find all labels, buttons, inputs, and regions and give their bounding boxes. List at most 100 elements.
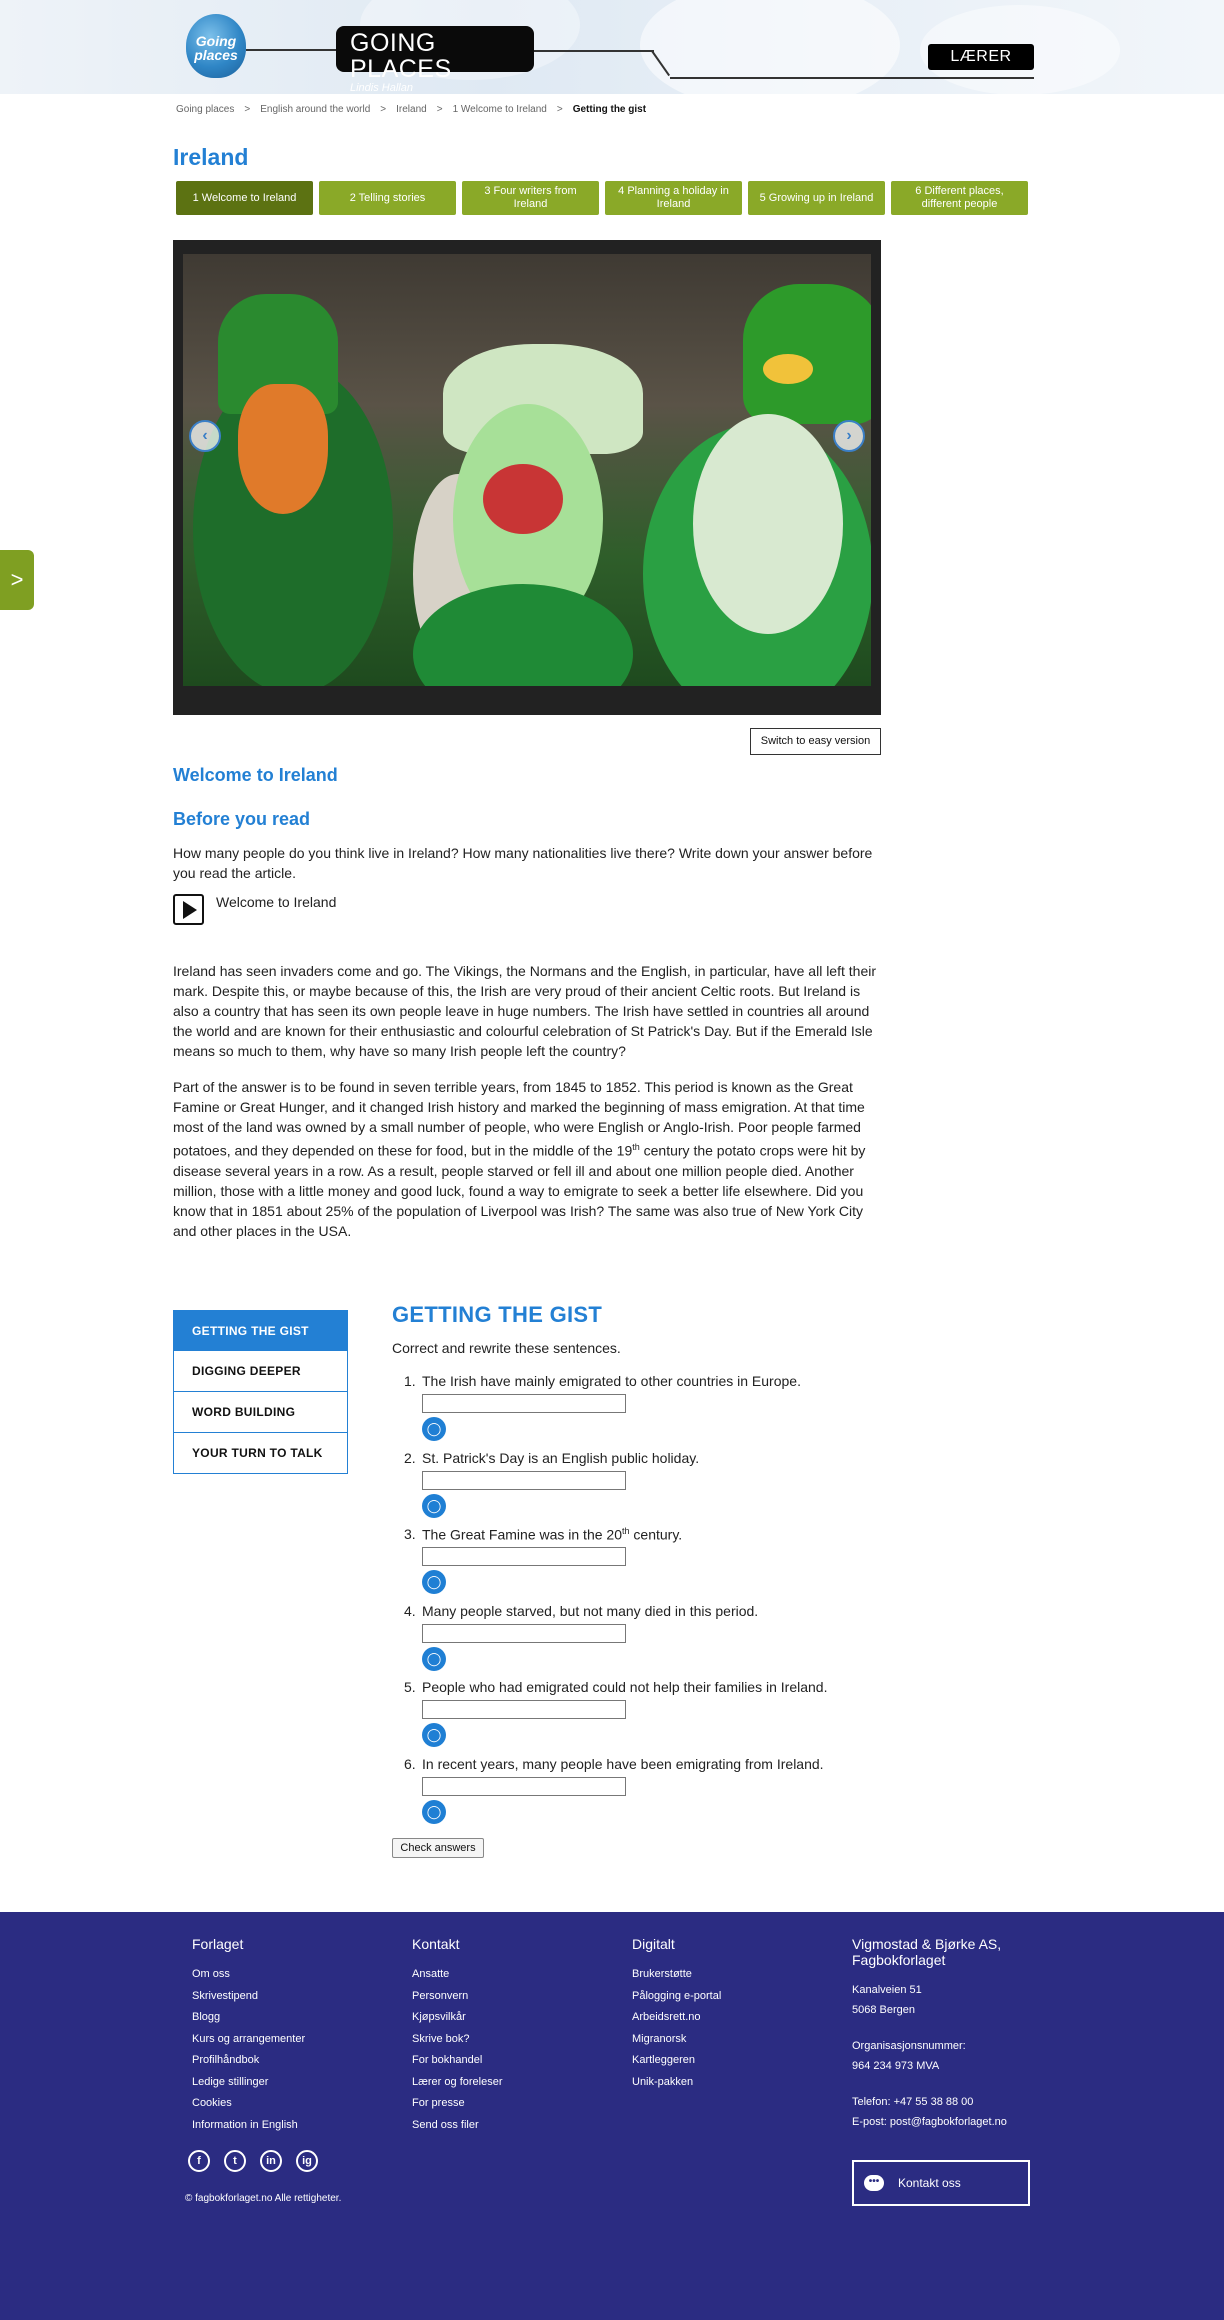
breadcrumb-item[interactable]: 1 Welcome to Ireland (453, 104, 547, 115)
exercise-menu-getting-the-gist[interactable]: GETTING THE GIST (173, 1310, 348, 1351)
breadcrumb-item[interactable]: Going places (176, 104, 234, 115)
tab-planning-holiday[interactable]: 4 Planning a holiday in Ireland (605, 181, 742, 215)
going-places-logo[interactable]: Going places (186, 14, 246, 78)
footer-heading: Digitalt (632, 1936, 675, 1952)
exercise-menu-your-turn-to-talk[interactable]: YOUR TURN TO TALK (173, 1433, 348, 1474)
exercise-menu-word-building[interactable]: WORD BUILDING (173, 1392, 348, 1433)
footer-link[interactable]: Arbeidsrett.no (632, 2007, 721, 2029)
footer-link[interactable]: Unik-pakken (632, 2072, 721, 2094)
question-item: 1. The Irish have mainly emigrated to ot… (404, 1372, 884, 1449)
company-phone[interactable]: Telefon: +47 55 38 88 00 (852, 2092, 1032, 2112)
lightbulb-icon[interactable]: ◯ (422, 1646, 446, 1671)
site-title-box[interactable]: GOING PLACES Lindis Hallan (336, 26, 534, 94)
footer-link[interactable]: Personvern (412, 1986, 503, 2008)
footer-link[interactable]: Cookies (192, 2093, 305, 2115)
answer-input[interactable] (422, 1547, 626, 1566)
site-header: Going places GOING PLACES Lindis Hallan … (0, 0, 1224, 94)
footer-link[interactable]: Send oss filer (412, 2115, 503, 2137)
check-answers-button[interactable]: Check answers (392, 1838, 484, 1858)
slideshow-next-button[interactable]: › (833, 420, 865, 452)
answer-input[interactable] (422, 1623, 626, 1643)
lightbulb-icon[interactable]: ◯ (422, 1417, 446, 1441)
company-email[interactable]: E-post: post@fagbokforlaget.no (852, 2112, 1032, 2132)
question-text: St. Patrick's Day is an English public h… (422, 1449, 700, 1466)
footer-link[interactable]: Om oss (192, 1964, 305, 1986)
world-map-decoration (640, 0, 900, 94)
company-address: Kanalveien 51 (852, 1984, 922, 1996)
company-address: 5068 Bergen (852, 2004, 915, 2016)
footer-link[interactable]: Brukerstøtte (632, 1964, 721, 1986)
lightbulb-icon[interactable]: ◯ (422, 1493, 446, 1518)
lightbulb-icon[interactable]: ◯ (422, 1570, 446, 1594)
social-links: f t in ig (188, 2150, 318, 2172)
footer-link[interactable]: For presse (412, 2093, 503, 2115)
answer-input[interactable] (422, 1470, 626, 1490)
question-number: 6. (404, 1755, 416, 1772)
instagram-icon[interactable]: ig (296, 2150, 318, 2172)
st-patricks-day-photo (183, 254, 871, 686)
lightbulb-icon[interactable]: ◯ (422, 1723, 446, 1747)
photo-beard (238, 384, 328, 514)
linkedin-icon[interactable]: in (260, 2150, 282, 2172)
tab-four-writers[interactable]: 3 Four writers from Ireland (462, 181, 599, 215)
image-slideshow: ‹ › (173, 240, 881, 715)
question-list: 1. The Irish have mainly emigrated to ot… (404, 1372, 884, 1831)
tab-growing-up[interactable]: 5 Growing up in Ireland (748, 181, 885, 215)
header-divider (246, 49, 338, 51)
tab-welcome-to-ireland[interactable]: 1 Welcome to Ireland (176, 181, 313, 215)
contact-us-label: Kontakt oss (898, 2176, 961, 2190)
exercise-menu-digging-deeper[interactable]: DIGGING DEEPER (173, 1351, 348, 1392)
superscript: th (632, 1142, 640, 1152)
breadcrumb-separator: > (244, 104, 251, 115)
footer-link[interactable]: Blogg (192, 2007, 305, 2029)
teacher-login-button[interactable]: LÆRER (928, 44, 1034, 70)
footer-link[interactable]: Ledige stillinger (192, 2072, 305, 2094)
site-author: Lindis Hallan (350, 82, 413, 94)
audio-play-button[interactable] (173, 894, 204, 925)
side-panel-toggle[interactable]: > (0, 550, 34, 610)
question-text-part: The Great Famine was in the 20 (422, 1526, 622, 1543)
footer-link[interactable]: Migranorsk (632, 2029, 721, 2051)
question-text: The Irish have mainly emigrated to other… (422, 1373, 801, 1389)
footer-link[interactable]: Skrivestipend (192, 1986, 305, 2008)
question-item: 4. Many people starved, but not many die… (404, 1602, 884, 1679)
answer-input[interactable] (422, 1394, 626, 1413)
footer-link[interactable]: Ansatte (412, 1964, 503, 1986)
question-item: 3. The Great Famine was in the 20th cent… (404, 1525, 884, 1602)
breadcrumb-current: Getting the gist (572, 104, 647, 115)
footer-link[interactable]: Kartleggeren (632, 2050, 721, 2072)
chapter-tabs: 1 Welcome to Ireland 2 Telling stories 3… (176, 181, 1028, 215)
exercise-menu: GETTING THE GIST DIGGING DEEPER WORD BUI… (173, 1310, 348, 1474)
tab-telling-stories[interactable]: 2 Telling stories (319, 181, 456, 215)
slideshow-prev-button[interactable]: ‹ (189, 420, 221, 452)
lightbulb-icon[interactable]: ◯ (422, 1799, 446, 1824)
answer-input[interactable] (422, 1700, 626, 1719)
facebook-icon[interactable]: f (188, 2150, 210, 2172)
twitter-icon[interactable]: t (224, 2150, 246, 2172)
breadcrumb-item[interactable]: Ireland (396, 104, 427, 115)
photo-hat (743, 284, 871, 424)
breadcrumb-item[interactable]: English around the world (260, 104, 370, 115)
question-number: 3. (404, 1526, 416, 1542)
footer-link[interactable]: For bokhandel (412, 2050, 503, 2072)
footer-column-kontakt: Kontakt Ansatte Personvern Kjøpsvilkår S… (412, 1936, 503, 2136)
breadcrumb-separator: > (556, 104, 563, 115)
question-item: 6. In recent years, many people have bee… (404, 1755, 884, 1832)
footer-link[interactable]: Skrive bok? (412, 2029, 503, 2051)
tab-different-places[interactable]: 6 Different places, different people (891, 181, 1028, 215)
footer-link[interactable]: Pålogging e-portal (632, 1986, 721, 2008)
org-number: 964 234 973 MVA (852, 2060, 940, 2072)
contact-us-button[interactable]: ••• Kontakt oss (852, 2160, 1030, 2206)
switch-easy-version-button[interactable]: Switch to easy version (750, 728, 881, 755)
before-you-read-heading: Before you read (173, 809, 311, 829)
footer-link[interactable]: Information in English (192, 2115, 305, 2137)
answer-input[interactable] (422, 1776, 626, 1796)
footer-link[interactable]: Profilhåndbok (192, 2050, 305, 2072)
footer-link[interactable]: Kurs og arrangementer (192, 2029, 305, 2051)
footer-column-digitalt: Digitalt Brukerstøtte Pålogging e-portal… (632, 1936, 721, 2093)
footer-link[interactable]: Lærer og foreleser (412, 2072, 503, 2094)
audio-label: Welcome to Ireland (216, 894, 337, 910)
question-number: 4. (404, 1602, 416, 1619)
question-text: The Great Famine was in the 20th century… (422, 1526, 682, 1543)
footer-link[interactable]: Kjøpsvilkår (412, 2007, 503, 2029)
